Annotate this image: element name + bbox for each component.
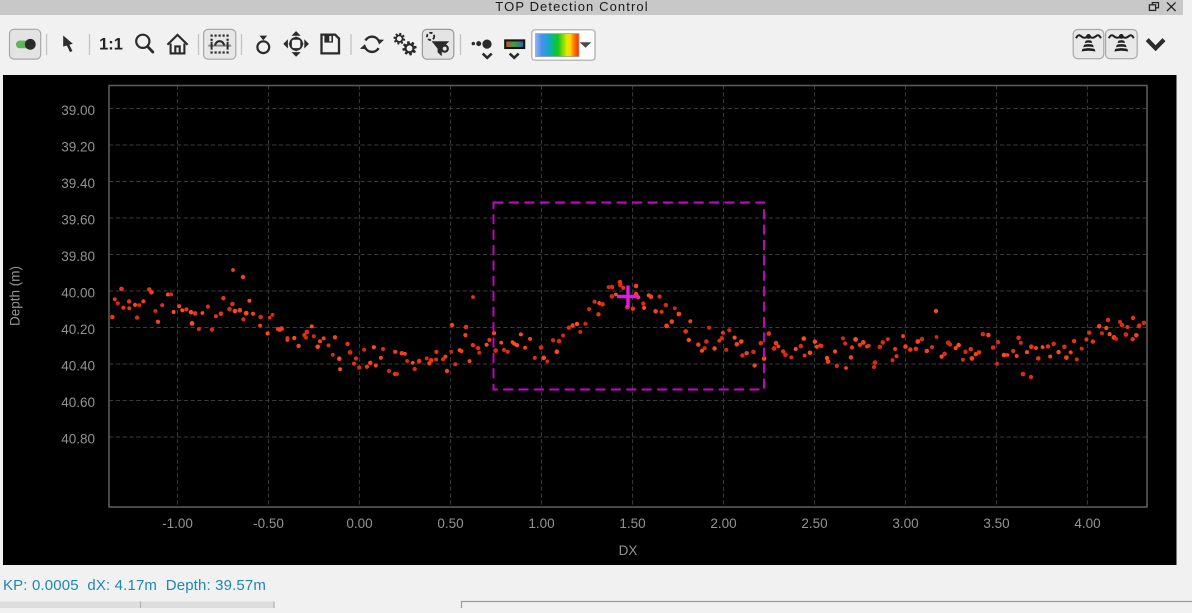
svg-text:4.00: 4.00: [1074, 516, 1100, 531]
svg-text:39.60: 39.60: [61, 213, 95, 228]
svg-text:39.20: 39.20: [61, 140, 95, 155]
svg-text:Depth (m): Depth (m): [8, 266, 23, 326]
svg-text:1:1: 1:1: [99, 36, 123, 54]
svg-text:39.40: 39.40: [61, 176, 95, 191]
svg-text:3.50: 3.50: [983, 516, 1009, 531]
svg-text:39.00: 39.00: [61, 103, 95, 118]
svg-text:2.50: 2.50: [801, 516, 827, 531]
svg-text:0.00: 0.00: [346, 516, 372, 531]
svg-text:40.60: 40.60: [61, 395, 95, 410]
svg-text:40.00: 40.00: [61, 286, 95, 301]
svg-text:DX: DX: [619, 543, 638, 558]
svg-text:3.00: 3.00: [892, 516, 918, 531]
svg-text:0.50: 0.50: [437, 516, 463, 531]
svg-text:-1.00: -1.00: [162, 516, 193, 531]
svg-text:2.00: 2.00: [710, 516, 736, 531]
svg-text:KP: 0.0005 dX: 4.17m Depth:: KP: 0.0005 dX: 4.17m Depth: 39.57m: [3, 577, 266, 594]
svg-text:-0.50: -0.50: [253, 516, 284, 531]
svg-text:1.00: 1.00: [528, 516, 554, 531]
svg-text:39.80: 39.80: [61, 249, 95, 264]
svg-text:TOP Detection Control: TOP Detection Control: [495, 0, 648, 14]
svg-text:40.80: 40.80: [61, 432, 95, 447]
svg-text:1.50: 1.50: [619, 516, 645, 531]
svg-text:40.40: 40.40: [61, 359, 95, 374]
svg-text:40.20: 40.20: [61, 322, 95, 337]
